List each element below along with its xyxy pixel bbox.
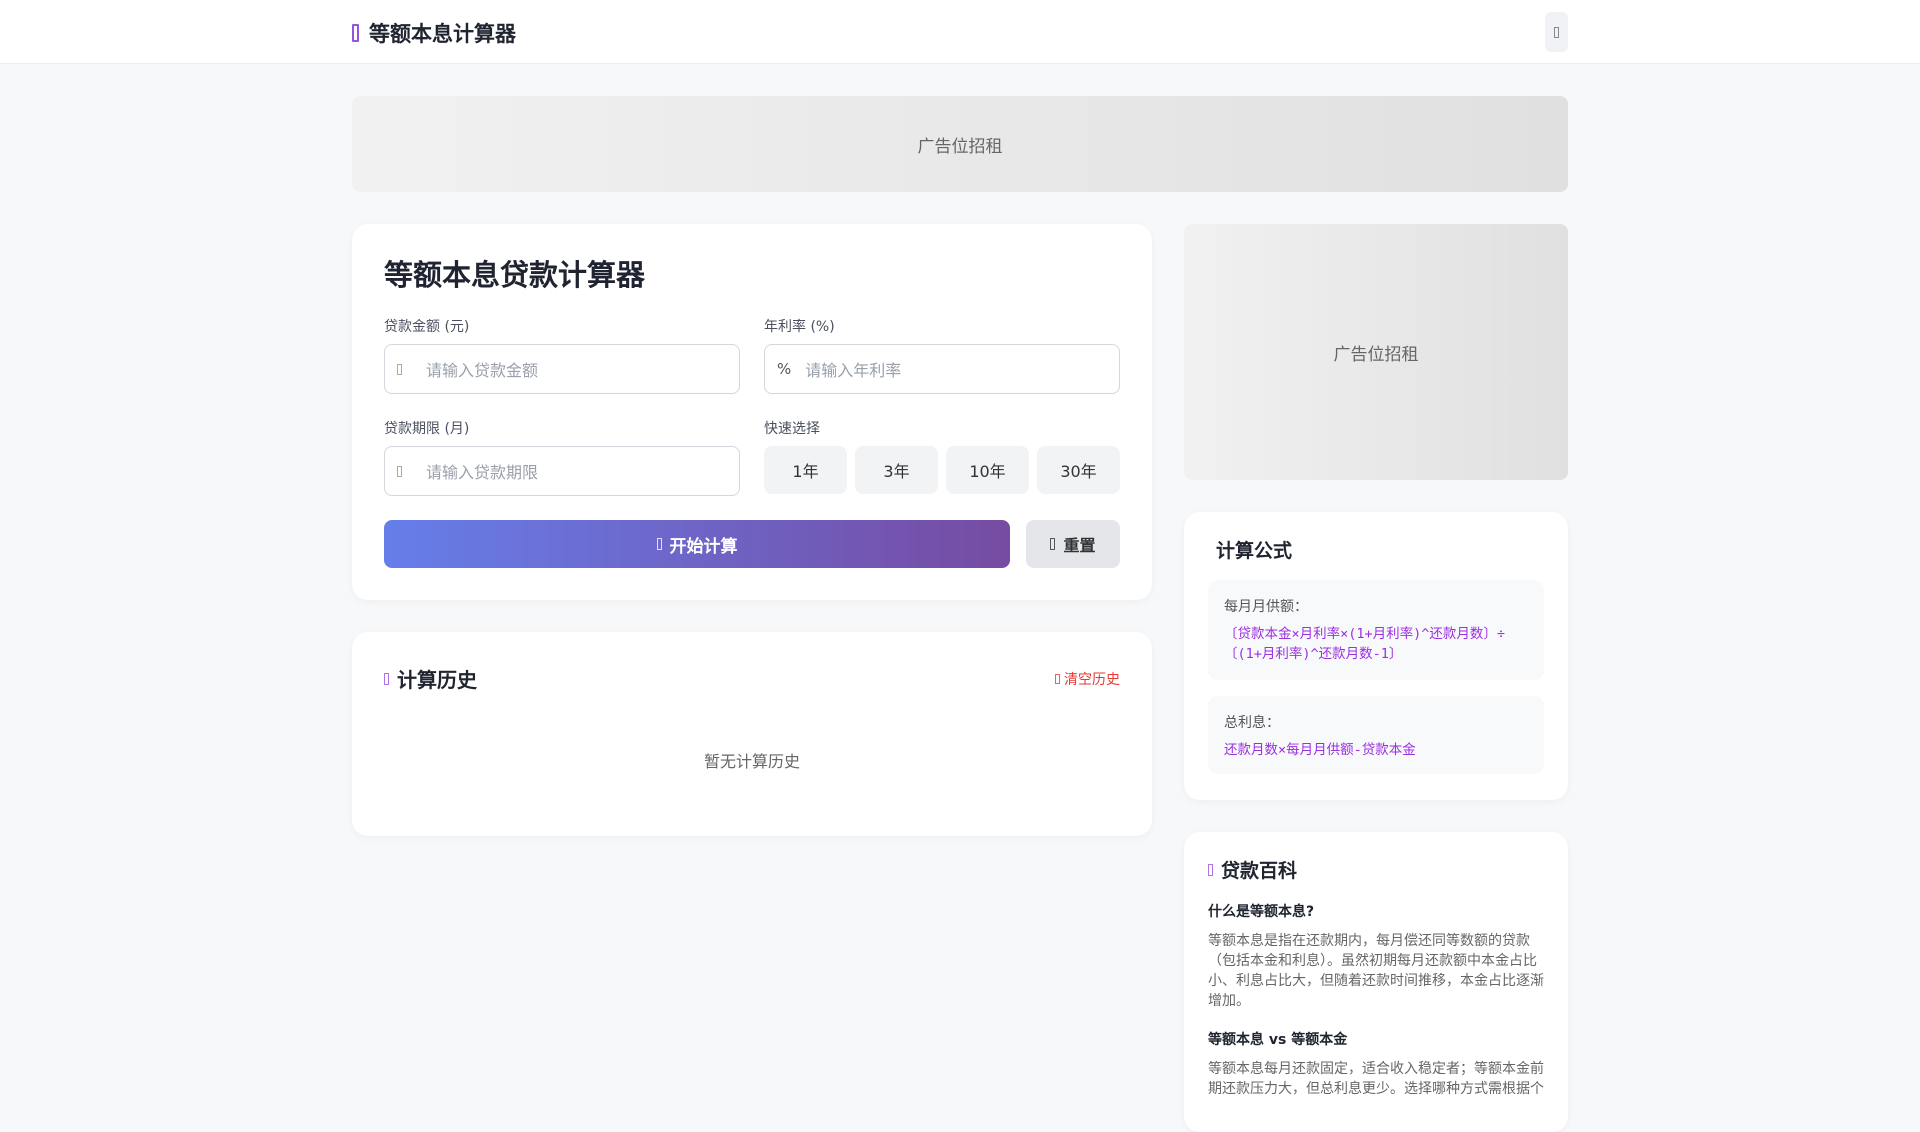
- app-title: 等额本息计算器: [369, 22, 516, 46]
- wiki-title: 贷款百科: [1221, 860, 1298, 882]
- formula-text: 〔贷款本金×月利率×(1+月利率)^还款月数〕÷〔(1+月利率)^还款月数-1〕: [1224, 626, 1506, 662]
- amount-placeholder: 请输入贷款金额: [426, 361, 539, 380]
- term-label: 贷款期限 (月): [384, 421, 470, 437]
- calculator-icon: [352, 24, 359, 42]
- formula-monthly: 每月月供额： 〔贷款本金×月利率×(1+月利率)^还款月数〕÷〔(1+月利率)^…: [1208, 580, 1544, 680]
- formula-interest: 总利息： 还款月数×每月月供额-贷款本金: [1208, 696, 1544, 774]
- wiki-heading: 什么是等额本息?: [1208, 904, 1315, 920]
- quick-3y-button[interactable]: 3年: [855, 446, 938, 494]
- calculator-icon: [656, 538, 662, 550]
- formula-text: 还款月数×每月月供额-贷款本金: [1224, 742, 1416, 758]
- amount-label: 贷款金额 (元): [384, 319, 470, 335]
- calculate-button[interactable]: 开始计算: [384, 520, 1010, 568]
- rate-label: 年利率 (%): [764, 319, 835, 335]
- wiki-text: 等额本息是指在还款期内，每月偿还同等数额的贷款（包括本金和利息）。虽然初期每月还…: [1208, 933, 1544, 1009]
- side-ad-banner[interactable]: 广告位招租: [1184, 224, 1568, 480]
- reset-button[interactable]: 重置: [1026, 520, 1120, 568]
- formula-label: 每月月供额：: [1224, 599, 1308, 615]
- formula-label: 总利息：: [1224, 715, 1280, 731]
- rate-placeholder: 请输入年利率: [805, 361, 902, 380]
- term-placeholder: 请输入贷款期限: [426, 463, 539, 482]
- clear-history-label: 清空历史: [1064, 672, 1120, 688]
- history-icon: [384, 672, 389, 685]
- ad-text: 广告位招租: [1333, 344, 1419, 365]
- clear-history-button[interactable]: 清空历史: [1055, 669, 1120, 689]
- history-empty: 暂无计算历史: [703, 752, 800, 771]
- calculate-label: 开始计算: [669, 536, 738, 557]
- app-logo[interactable]: 等额本息计算器: [352, 18, 516, 48]
- quick-30y-button[interactable]: 30年: [1037, 446, 1120, 494]
- wiki-heading: 等额本息 vs 等额本金: [1208, 1032, 1348, 1048]
- term-input[interactable]: 请输入贷款期限: [384, 446, 740, 496]
- page-title: 等额本息贷款计算器: [384, 258, 646, 292]
- wiki-card: 贷款百科 什么是等额本息? 等额本息是指在还款期内，每月偿还同等数额的贷款（包括…: [1184, 832, 1568, 1132]
- quick-10y-button[interactable]: 10年: [946, 446, 1029, 494]
- money-icon: [397, 363, 402, 375]
- rate-input[interactable]: % 请输入年利率: [764, 344, 1120, 394]
- trash-icon: [1055, 674, 1060, 684]
- calendar-icon: [397, 465, 402, 477]
- reset-icon: [1050, 538, 1056, 550]
- quick-select-label: 快速选择: [764, 421, 820, 437]
- menu-button[interactable]: [1545, 12, 1568, 52]
- top-nav: 等额本息计算器: [0, 0, 1920, 64]
- reset-label: 重置: [1063, 536, 1096, 555]
- top-ad-banner[interactable]: 广告位招租: [352, 96, 1568, 192]
- quick-1y-button[interactable]: 1年: [764, 446, 847, 494]
- history-card: 计算历史 清空历史 暂无计算历史: [352, 632, 1152, 836]
- book-icon: [1208, 863, 1213, 876]
- history-title: 计算历史: [397, 668, 477, 692]
- amount-input[interactable]: 请输入贷款金额: [384, 344, 740, 394]
- formula-title: 计算公式: [1216, 540, 1293, 562]
- percent-icon: %: [777, 360, 792, 378]
- ad-text: 广告位招租: [917, 136, 1003, 157]
- wiki-text: 等额本息每月还款固定，适合收入稳定者；等额本金前期还款压力大，但总利息更少。选择…: [1208, 1061, 1544, 1097]
- menu-icon: [1554, 26, 1559, 38]
